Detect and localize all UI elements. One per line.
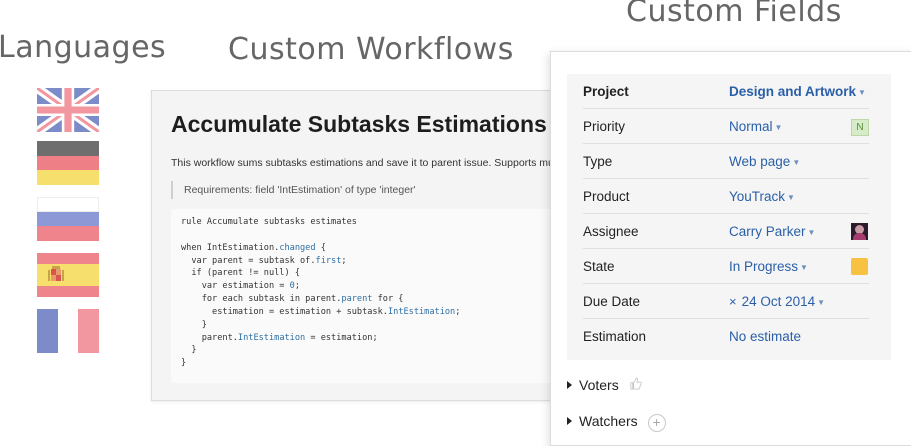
- project-dropdown[interactable]: Design and Artwork ▼: [729, 74, 866, 110]
- france-flag-icon: [37, 309, 99, 353]
- field-value: Normal: [729, 119, 773, 134]
- priority-badge: N: [851, 119, 869, 136]
- fields-table: Project Design and Artwork ▼ Priority Nor…: [567, 74, 891, 360]
- field-value: YouTrack: [729, 189, 786, 204]
- type-dropdown[interactable]: Web page ▼: [729, 144, 800, 180]
- chevron-down-icon: ▼: [774, 123, 783, 132]
- uk-flag-icon: [37, 88, 99, 132]
- voters-toggle[interactable]: Voters: [567, 377, 642, 397]
- thumbs-up-icon[interactable]: [629, 377, 642, 393]
- field-row-project: Project Design and Artwork ▼: [567, 74, 891, 109]
- code-line: }: [181, 358, 187, 369]
- expand-arrow-icon: [567, 417, 572, 425]
- chevron-down-icon: ▼: [792, 158, 801, 167]
- field-row-type: Type Web page ▼: [567, 144, 891, 179]
- field-row-assignee: Assignee Carry Parker ▼: [567, 214, 891, 249]
- custom-workflows-heading: Custom Workflows: [228, 32, 514, 67]
- workflow-card: Accumulate Subtasks Estimations This wor…: [151, 90, 573, 401]
- add-watcher-icon[interactable]: +: [647, 414, 666, 432]
- expand-arrow-icon: [567, 381, 572, 389]
- germany-flag-icon: [37, 141, 99, 185]
- field-value: Design and Artwork: [729, 84, 857, 99]
- spain-coat-of-arms-icon: [48, 266, 64, 281]
- chevron-down-icon: ▼: [858, 88, 866, 97]
- field-value: Web page: [729, 154, 791, 169]
- assignee-avatar: [851, 223, 868, 240]
- field-label: Type: [583, 154, 613, 169]
- product-dropdown[interactable]: YouTrack ▼: [729, 179, 795, 215]
- code-line: estimation = estimation + subtask.IntEst…: [181, 306, 461, 317]
- chevron-down-icon: ▼: [817, 298, 826, 307]
- watchers-label: Watchers: [579, 413, 638, 429]
- watchers-toggle[interactable]: Watchers +: [567, 413, 666, 433]
- voters-label: Voters: [579, 377, 619, 393]
- state-dropdown[interactable]: In Progress ▼: [729, 249, 808, 285]
- field-value: 24 Oct 2014: [741, 294, 816, 309]
- field-label: Priority: [583, 119, 626, 134]
- workflow-requirements: Requirements: field 'IntEstimation' of t…: [171, 181, 416, 199]
- field-value: In Progress: [729, 259, 799, 274]
- spain-flag-icon: [37, 253, 99, 297]
- code-line: if (parent != null) {: [181, 268, 300, 279]
- code-line: rule Accumulate subtasks estimates: [181, 217, 357, 227]
- workflow-code-block: rule Accumulate subtasks estimates when …: [171, 209, 572, 383]
- field-label: Due Date: [583, 294, 641, 309]
- code-listing: rule Accumulate subtasks estimates when …: [171, 209, 572, 370]
- field-label: Project: [583, 84, 629, 99]
- estimation-value[interactable]: No estimate: [729, 319, 801, 354]
- state-color-swatch: [851, 258, 868, 275]
- code-line: }: [181, 319, 207, 330]
- code-line: when IntEstimation.changed {: [181, 242, 326, 253]
- field-label: Estimation: [583, 329, 647, 344]
- custom-fields-panel: Project Design and Artwork ▼ Priority Nor…: [550, 51, 911, 446]
- field-label: Product: [583, 189, 630, 204]
- russia-flag-icon: [37, 197, 99, 241]
- clear-date-icon[interactable]: ×: [729, 294, 737, 309]
- field-value: Carry Parker: [729, 224, 806, 239]
- code-line: parent.IntEstimation = estimation;: [181, 332, 378, 343]
- code-line: var parent = subtask of.first;: [181, 255, 347, 266]
- due-date-dropdown[interactable]: × 24 Oct 2014 ▼: [729, 284, 825, 320]
- priority-dropdown[interactable]: Normal ▼: [729, 109, 782, 145]
- chevron-down-icon: ▼: [787, 193, 795, 202]
- workflow-title: Accumulate Subtasks Estimations: [171, 111, 547, 137]
- custom-fields-heading: Custom Fields: [626, 0, 842, 29]
- field-row-priority: Priority Normal ▼ N: [567, 109, 891, 144]
- field-label: Assignee: [583, 224, 639, 239]
- field-row-estimation: Estimation No estimate: [567, 319, 891, 354]
- field-row-product: Product YouTrack ▼: [567, 179, 891, 214]
- code-line: for each subtask in parent.parent for {: [181, 294, 404, 305]
- code-line: }: [181, 345, 197, 356]
- assignee-dropdown[interactable]: Carry Parker ▼: [729, 214, 815, 250]
- field-label: State: [583, 259, 615, 274]
- workflow-description: This workflow sums subtasks estimations …: [171, 157, 554, 169]
- field-row-state: State In Progress ▼: [567, 249, 891, 284]
- chevron-down-icon: ▼: [807, 228, 816, 237]
- languages-heading: Languages: [0, 30, 167, 65]
- code-line: var estimation = 0;: [181, 281, 301, 292]
- chevron-down-icon: ▼: [800, 263, 808, 272]
- field-row-due-date: Due Date × 24 Oct 2014 ▼: [567, 284, 891, 319]
